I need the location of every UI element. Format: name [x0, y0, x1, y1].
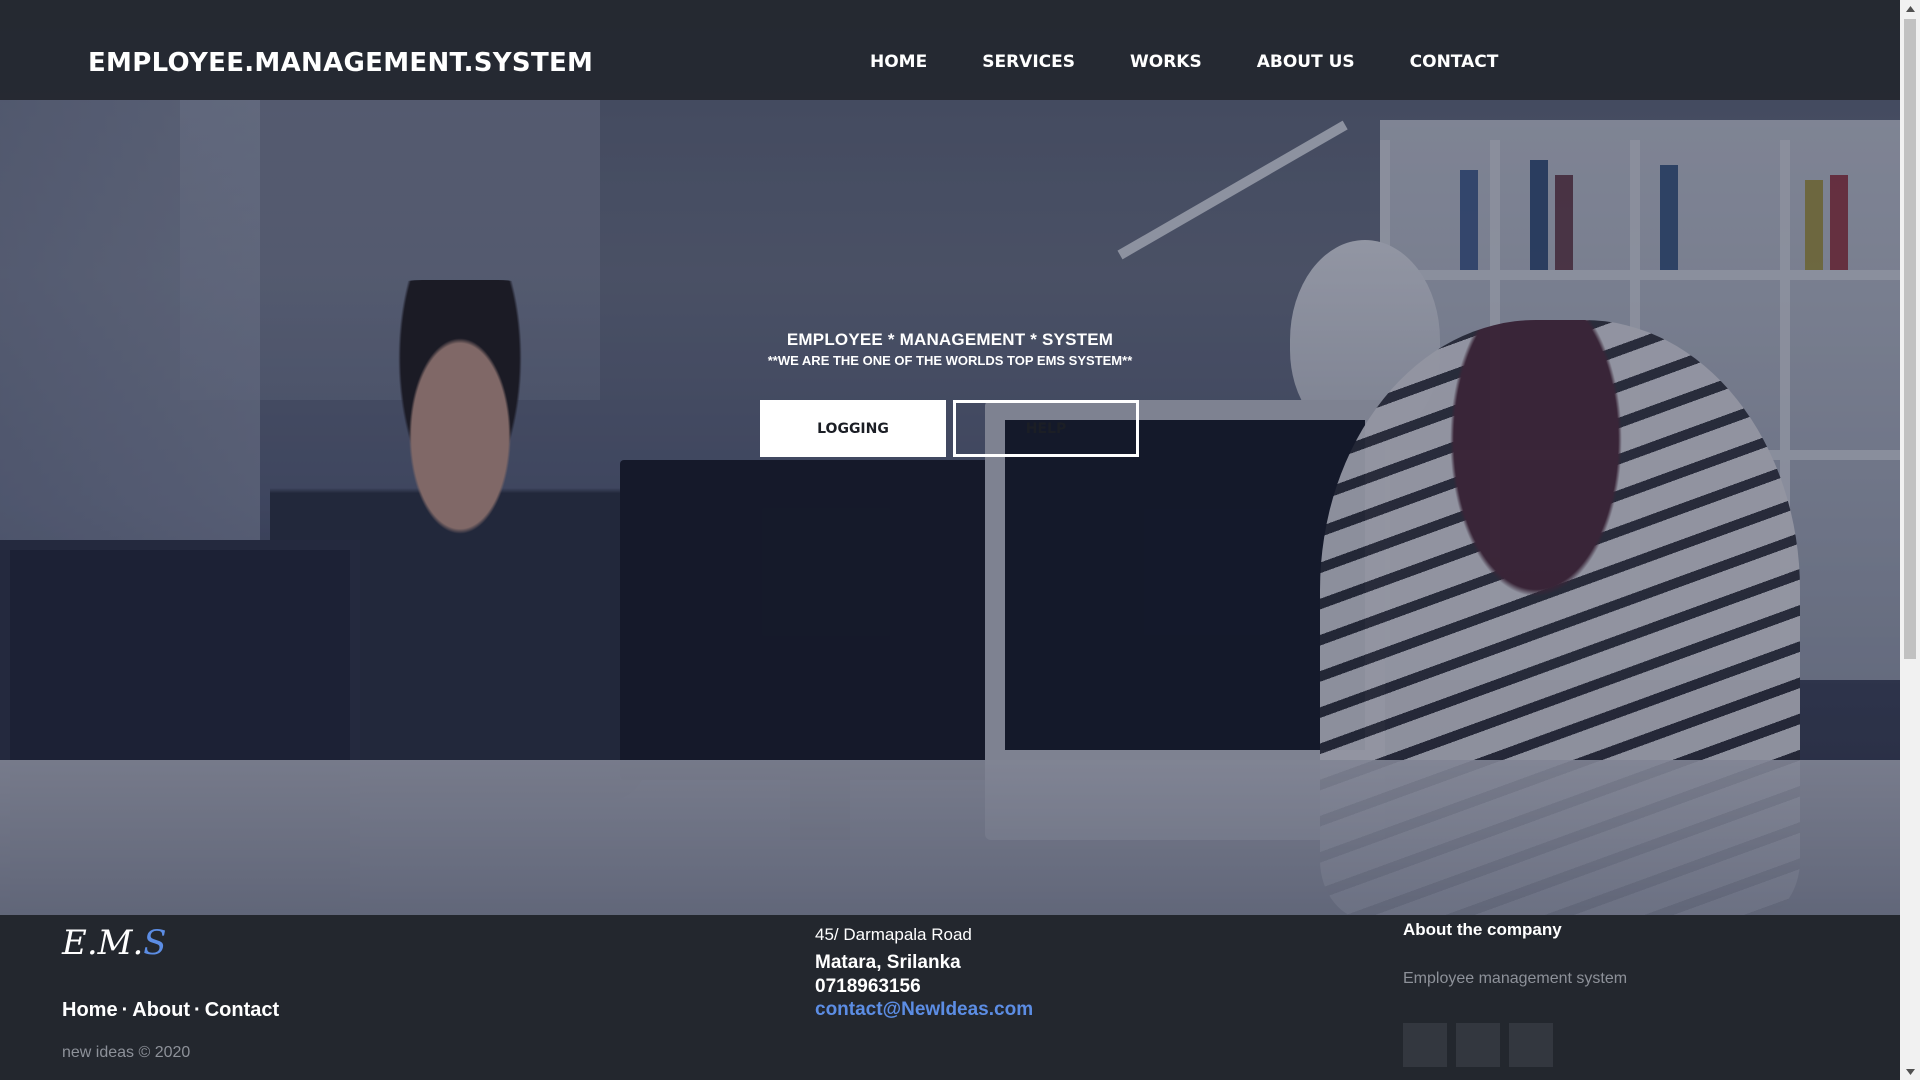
- hero-title: EMPLOYEE * MANAGEMENT * SYSTEM: [786, 330, 1114, 349]
- top-navbar: EMPLOYEE.MANAGEMENT.SYSTEM HOME SERVICES…: [0, 0, 1900, 100]
- logging-button[interactable]: LOGGING: [760, 400, 946, 457]
- link-separator: ·: [121, 999, 129, 1021]
- phone-number: 0718963156: [815, 976, 921, 997]
- address-line-2: Matara, Srilanka: [815, 952, 961, 973]
- footer-link-contact[interactable]: Contact: [205, 999, 279, 1021]
- nav-home[interactable]: HOME: [870, 52, 927, 72]
- nav-menu: HOME SERVICES WORKS ABOUT US CONTACT: [870, 52, 1498, 72]
- footer-logo: E.M.S: [62, 923, 167, 963]
- address-line-1: 45/ Darmapala Road: [815, 925, 972, 944]
- nav-works[interactable]: WORKS: [1130, 52, 1202, 72]
- nav-contact[interactable]: CONTACT: [1410, 52, 1499, 72]
- help-button[interactable]: HELP: [953, 400, 1139, 457]
- scrollbar-thumb[interactable]: [1904, 19, 1916, 659]
- about-text: Employee management system: [1403, 970, 1628, 987]
- footer-links: Home · About · Contact: [62, 999, 279, 1022]
- page: EMPLOYEE.MANAGEMENT.SYSTEM HOME SERVICES…: [0, 0, 1900, 1080]
- footer: E.M.S Home · About · Contact new ideas © 202…: [0, 915, 1900, 1080]
- link-separator: ·: [194, 999, 201, 1021]
- hero-background-photo: [0, 0, 1900, 915]
- copyright: new ideas © 2020: [62, 1044, 191, 1061]
- nav-services[interactable]: SERVICES: [982, 52, 1075, 72]
- about-heading: About the company: [1403, 920, 1562, 939]
- hero-subtitle: **WE ARE THE ONE OF THE WORLDS TOP EMS S…: [767, 353, 1133, 368]
- brand-title[interactable]: EMPLOYEE.MANAGEMENT.SYSTEM: [88, 48, 593, 78]
- nav-about-us[interactable]: ABOUT US: [1257, 52, 1355, 72]
- footer-link-about[interactable]: About: [132, 999, 190, 1021]
- social-icon-3[interactable]: [1509, 1023, 1553, 1067]
- social-icon-1[interactable]: [1403, 1023, 1447, 1067]
- footer-link-home[interactable]: Home: [62, 999, 118, 1021]
- vertical-scrollbar[interactable]: [1900, 0, 1920, 1080]
- logo-accent: S: [143, 923, 167, 963]
- scroll-down-arrow-icon[interactable]: [1900, 1063, 1920, 1080]
- logo-main: E.M.: [62, 923, 144, 963]
- email-link[interactable]: contact@NewIdeas.com: [815, 999, 1033, 1021]
- social-icon-2[interactable]: [1456, 1023, 1500, 1067]
- scroll-up-arrow-icon[interactable]: [1900, 0, 1920, 17]
